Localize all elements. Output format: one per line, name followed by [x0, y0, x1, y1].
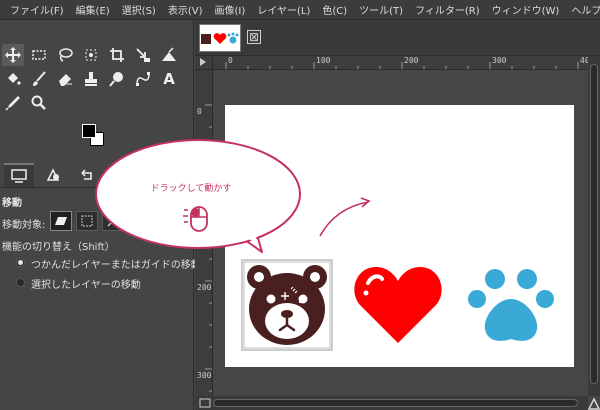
menu-help[interactable]: ヘルプ(H): [565, 2, 600, 17]
color-picker-icon[interactable]: [2, 92, 24, 114]
vertical-ruler-ticks: [205, 104, 212, 392]
move-tool-icon[interactable]: [2, 44, 24, 66]
path-icon[interactable]: [132, 68, 154, 90]
paw-layer[interactable]: [465, 267, 557, 347]
paintbrush-icon[interactable]: [28, 68, 50, 90]
smudge-icon[interactable]: [106, 68, 128, 90]
horizontal-scroll-thumb[interactable]: [213, 399, 578, 407]
h-ruler-label: 200: [404, 56, 419, 65]
path-mode-icon: [107, 215, 119, 227]
heart-layer[interactable]: [352, 265, 444, 345]
move-layer-mode-button[interactable]: [50, 211, 72, 231]
move-path-mode-button[interactable]: [102, 211, 124, 231]
vertical-scroll-thumb[interactable]: [590, 64, 598, 384]
h-ruler-label: 400: [580, 56, 588, 65]
eraser-icon[interactable]: [54, 68, 76, 90]
menu-colors[interactable]: 色(C): [316, 2, 353, 17]
undo-icon: [81, 169, 92, 180]
bear-layer[interactable]: [241, 259, 333, 351]
tab-tool-options[interactable]: [4, 163, 34, 187]
zoom-image-icon[interactable]: [588, 396, 600, 410]
radio-pick-layer-label: つかんだレイヤーまたはガイドの移動: [31, 260, 201, 271]
quick-mask-arrow-icon: [200, 58, 206, 66]
horizontal-ruler-ticks: [225, 62, 579, 69]
h-ruler-label: 300: [492, 56, 507, 65]
device-info-icon: [46, 168, 60, 181]
menu-bar: ファイル(F) 編集(E) 選択(S) 表示(V) 画像(I) レイヤー(L) …: [0, 0, 600, 20]
menu-layer[interactable]: レイヤー(L): [251, 2, 316, 17]
vertical-scrollbar[interactable]: [588, 56, 600, 396]
horizontal-scrollbar[interactable]: [195, 396, 588, 410]
move-selection-mode-button[interactable]: [76, 211, 98, 231]
color-swatches[interactable]: [80, 122, 106, 148]
monitor-icon: [11, 169, 27, 183]
menu-tools[interactable]: ツール(T): [353, 2, 409, 17]
image-tabs: ⊠: [195, 20, 600, 56]
menu-image[interactable]: 画像(I): [209, 2, 252, 17]
text-icon[interactable]: A: [158, 68, 180, 90]
vertical-ruler[interactable]: 0 100 200 300: [195, 70, 213, 396]
menu-select[interactable]: 選択(S): [116, 2, 162, 17]
selection-mode-icon: [81, 215, 93, 227]
v-ruler-label: 200: [197, 283, 212, 292]
v-ruler-label: 0: [197, 107, 202, 116]
crop-icon[interactable]: [106, 44, 128, 66]
move-target-label: 移動対象:: [2, 220, 46, 231]
navigate-icon[interactable]: [197, 396, 213, 410]
lasso-icon[interactable]: [54, 44, 76, 66]
h-ruler-label: 0: [228, 56, 233, 65]
menu-view[interactable]: 表示(V): [162, 2, 209, 17]
warp-icon[interactable]: [158, 44, 180, 66]
image-thumbnail-tab[interactable]: [199, 24, 241, 52]
h-ruler-label: 100: [316, 56, 331, 65]
thumbnail-preview-icon: [201, 32, 239, 44]
tab-undo-history[interactable]: [72, 163, 102, 187]
menu-filters[interactable]: フィルター(R): [409, 2, 486, 17]
canvas-area[interactable]: [213, 70, 588, 396]
clone-stamp-icon[interactable]: [80, 68, 102, 90]
tool-options-panel: 移動 移動対象: 機能の切り替え（Shift） つかんだレイヤーまたはガイドの移…: [0, 188, 201, 308]
rect-select-icon[interactable]: [28, 44, 50, 66]
radio-pick-layer[interactable]: [16, 258, 25, 267]
fuzzy-select-icon[interactable]: [80, 44, 102, 66]
v-ruler-label: 300: [197, 371, 212, 380]
tab-device-status[interactable]: [38, 163, 68, 187]
image-canvas[interactable]: [225, 105, 574, 367]
bucket-fill-icon[interactable]: [2, 68, 24, 90]
zoom-icon[interactable]: [28, 92, 50, 114]
close-tab-icon[interactable]: ⊠: [247, 30, 261, 44]
menu-edit[interactable]: 編集(E): [70, 2, 116, 17]
horizontal-ruler[interactable]: 0 100 200 300 400: [213, 56, 588, 70]
menu-file[interactable]: ファイル(F): [4, 2, 70, 17]
layer-mode-icon: [55, 217, 67, 225]
transform-icon[interactable]: [132, 44, 154, 66]
menu-windows[interactable]: ウィンドウ(W): [486, 2, 566, 17]
toggle-behavior-label: 機能の切り替え（Shift）: [2, 242, 115, 253]
tool-options-title: 移動: [2, 198, 22, 209]
radio-active-layer[interactable]: [16, 278, 25, 287]
ruler-corner[interactable]: [195, 56, 213, 70]
callout-text: ドラックして動かす: [150, 184, 232, 194]
foreground-color-swatch[interactable]: [82, 124, 96, 138]
v-ruler-label: 100: [197, 195, 212, 204]
radio-active-layer-label: 選択したレイヤーの移動: [31, 280, 141, 291]
